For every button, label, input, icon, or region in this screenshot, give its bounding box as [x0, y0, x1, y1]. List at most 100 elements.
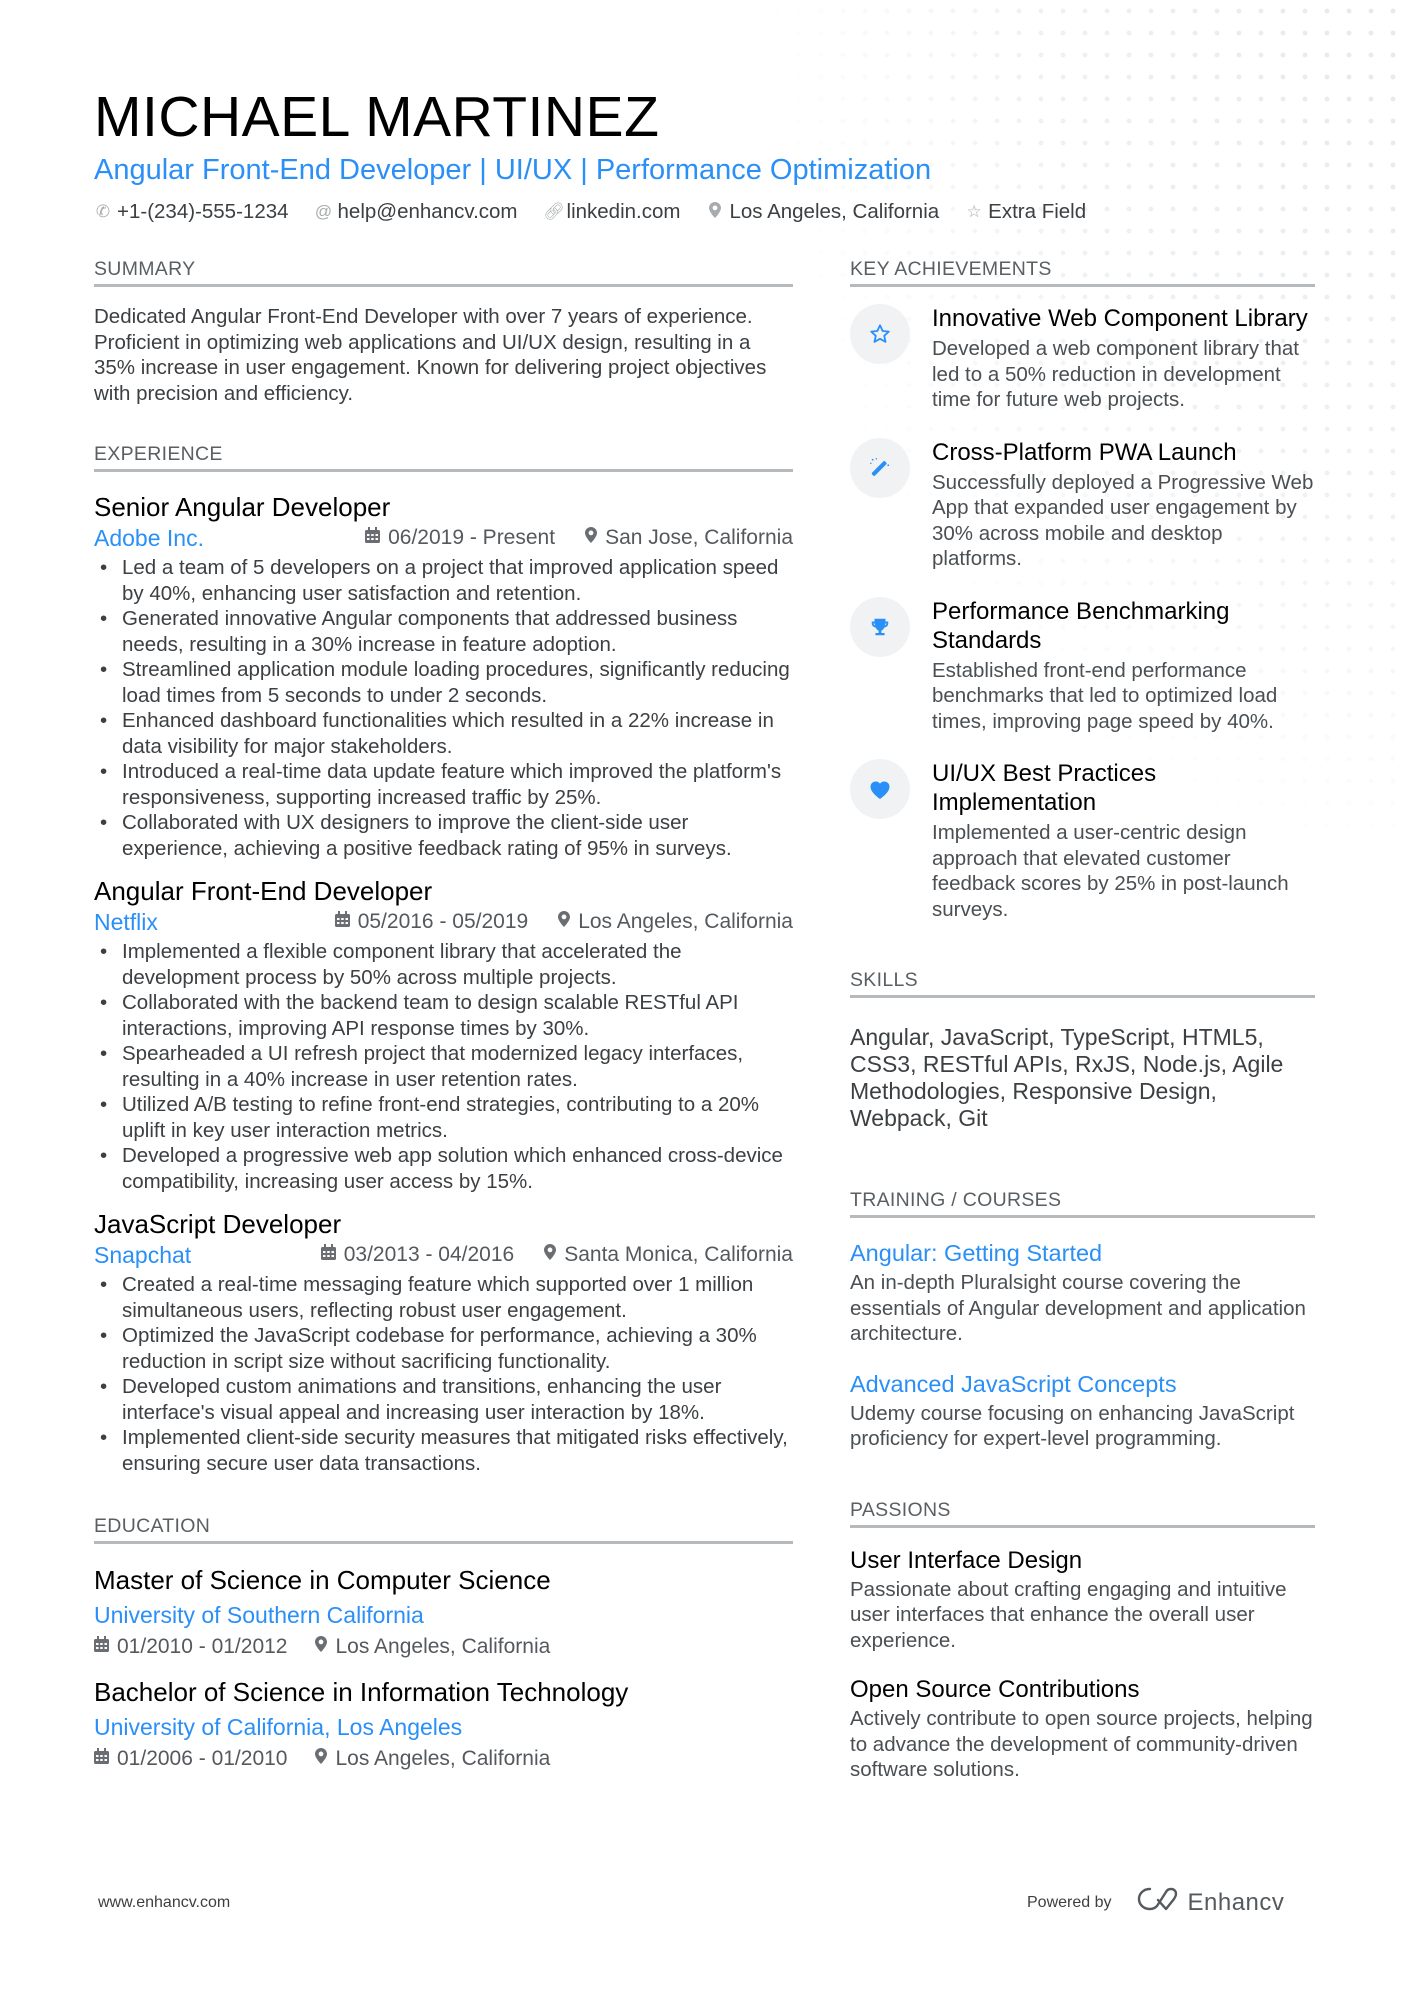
achievement-title: Performance Benchmarking Standards	[932, 597, 1230, 654]
school-name: University of California, Los Angeles	[94, 1714, 463, 1740]
section-heading: PASSIONS	[850, 1498, 1315, 1528]
section-heading: EDUCATION	[94, 1514, 793, 1544]
dates-text: 05/2016 - 05/2019	[357, 910, 529, 933]
job-location: San Jose, California	[585, 523, 793, 553]
location-text: Los Angeles, California	[335, 1635, 551, 1658]
phone-icon: ✆	[95, 202, 111, 221]
achievement-desc: Established front-end performance benchm…	[932, 658, 1278, 733]
contact-text: Extra Field	[988, 200, 1087, 223]
skills-section: SKILLS Angular, JavaScript, TypeScript, …	[850, 968, 1315, 1132]
job-bullets: Implemented a flexible component library…	[94, 939, 793, 1194]
section-heading: KEY ACHIEVEMENTS	[850, 257, 1315, 287]
achievement-title: UI/UX Best Practices Implementation	[932, 760, 1157, 816]
job-bullets: Led a team of 5 developers on a project …	[94, 555, 793, 861]
contact-text: +1-(234)-555-1234	[117, 200, 289, 223]
job-title: Senior Angular Developer	[94, 492, 391, 522]
job-entry: Senior Angular Developer Adobe Inc. 06/2…	[94, 491, 793, 861]
bullet-item: Implemented a flexible component library…	[94, 939, 793, 990]
achievement-body: UI/UX Best Practices Implementation Impl…	[932, 759, 1315, 922]
bullet-item: Collaborated with UX designers to improv…	[94, 810, 793, 861]
contact-text: Los Angeles, California	[729, 200, 940, 223]
education-location: Los Angeles, California	[315, 1632, 550, 1662]
experience-section: EXPERIENCE Senior Angular Developer Adob…	[94, 442, 793, 1476]
company-name: Adobe Inc.	[94, 525, 204, 551]
key-achievements-section: KEY ACHIEVEMENTS Innovative Web Componen…	[850, 257, 1315, 922]
training-section: TRAINING / COURSES Angular: Getting Star…	[850, 1188, 1315, 1452]
passion-title: User Interface Design	[850, 1546, 1083, 1574]
education-location: Los Angeles, California	[315, 1744, 550, 1774]
achievement-item: UI/UX Best Practices Implementation Impl…	[850, 759, 1315, 922]
achievement-item: Innovative Web Component Library Develop…	[850, 304, 1315, 413]
course-desc: An in-depth Pluralsight course covering …	[850, 1271, 1306, 1345]
contact-extra: ☆ Extra Field	[965, 200, 1087, 224]
star-outline-icon	[850, 304, 910, 364]
location-text: Los Angeles, California	[335, 1747, 551, 1770]
location-text: San Jose, California	[605, 526, 793, 549]
contact-location: Los Angeles, California	[706, 200, 939, 224]
education-entry: Master of Science in Computer Science Un…	[94, 1564, 793, 1662]
education-meta: 01/2010 - 01/2012 Los Angeles, Californi…	[94, 1632, 793, 1662]
bullet-item: Developed custom animations and transiti…	[94, 1374, 793, 1425]
skills-text: Angular, JavaScript, TypeScript, HTML5, …	[850, 1024, 1284, 1131]
bullet-item: Utilized A/B testing to refine front-end…	[94, 1092, 793, 1143]
job-location: Santa Monica, California	[544, 1240, 793, 1270]
job-title: Angular Front-End Developer	[94, 876, 433, 906]
achievement-body: Performance Benchmarking Standards Estab…	[932, 597, 1315, 735]
location-text: Los Angeles, California	[578, 910, 793, 933]
enhancv-logo[interactable]: Enhancv	[1136, 1886, 1285, 1919]
education-dates: 01/2006 - 01/2010	[94, 1744, 287, 1774]
bullet-item: Enhanced dashboard functionalities which…	[94, 708, 793, 759]
location-pin-icon	[544, 1240, 557, 1270]
location-pin-icon	[585, 523, 598, 553]
calendar-icon	[365, 523, 381, 553]
bullet-item: Generated innovative Angular components …	[94, 606, 793, 657]
education-meta: 01/2006 - 01/2010 Los Angeles, Californi…	[94, 1744, 793, 1774]
location-pin-icon	[315, 1744, 328, 1774]
candidate-name: MICHAEL MARTINEZ	[94, 85, 660, 149]
job-entry: Angular Front-End Developer Netflix 05/2…	[94, 875, 793, 1194]
resume-header: MICHAEL MARTINEZ Angular Front-End Devel…	[94, 86, 1324, 224]
achievement-desc: Implemented a user-centric design approa…	[932, 821, 1289, 921]
section-heading: EXPERIENCE	[94, 442, 793, 472]
job-dates: 03/2013 - 04/2016	[320, 1240, 515, 1270]
dates-text: 03/2013 - 04/2016	[343, 1243, 515, 1266]
course-title: Angular: Getting Started	[850, 1240, 1103, 1266]
job-location: Los Angeles, California	[558, 907, 793, 937]
course-title: Advanced JavaScript Concepts	[850, 1370, 1177, 1397]
location-text: Santa Monica, California	[564, 1243, 793, 1266]
passion-item: Open Source Contributions Actively contr…	[850, 1675, 1315, 1783]
bullet-item: Introduced a real-time data update featu…	[94, 759, 793, 810]
contact-list: ✆ +1-(234)-555-1234 @ help@enhancv.com 🔗…	[94, 200, 1324, 224]
job-dates: 05/2016 - 05/2019	[334, 907, 529, 937]
school-name: University of Southern California	[94, 1602, 424, 1628]
bullet-item: Implemented client-side security measure…	[94, 1425, 793, 1476]
calendar-icon	[94, 1744, 109, 1774]
bullet-item: Collaborated with the backend team to de…	[94, 990, 793, 1041]
achievement-desc: Developed a web component library that l…	[932, 337, 1299, 411]
powered-by-label: Powered by	[1027, 1893, 1112, 1911]
right-column: KEY ACHIEVEMENTS Innovative Web Componen…	[850, 257, 1315, 1783]
passion-item: User Interface Design Passionate about c…	[850, 1546, 1315, 1654]
course-item: Angular: Getting Started An in-depth Plu…	[850, 1238, 1315, 1347]
degree-title: Bachelor of Science in Information Techn…	[94, 1677, 629, 1707]
course-item: Advanced JavaScript Concepts Udemy cours…	[850, 1369, 1315, 1452]
footer-website-link[interactable]: www.enhancv.com	[98, 1894, 230, 1912]
dates-text: 01/2010 - 01/2012	[117, 1635, 288, 1658]
calendar-icon	[320, 1240, 336, 1270]
bullet-item: Optimized the JavaScript codebase for pe…	[94, 1323, 793, 1374]
contact-email[interactable]: @ help@enhancv.com	[315, 200, 518, 224]
education-entry: Bachelor of Science in Information Techn…	[94, 1676, 793, 1774]
contact-text: linkedin.com	[566, 200, 681, 223]
contact-linkedin[interactable]: 🔗︎ linkedin.com	[544, 200, 681, 224]
dates-text: 01/2006 - 01/2010	[117, 1747, 288, 1770]
degree-title: Master of Science in Computer Science	[94, 1565, 551, 1595]
heart-icon	[850, 759, 910, 819]
contact-phone: ✆ +1-(234)-555-1234	[94, 200, 289, 224]
at-icon: @	[314, 202, 333, 221]
bullet-item: Created a real-time messaging feature wh…	[94, 1272, 793, 1323]
calendar-icon	[334, 907, 350, 937]
job-dates: 06/2019 - Present	[365, 523, 555, 553]
summary-text: Dedicated Angular Front-End Developer wi…	[94, 305, 767, 405]
achievement-title: Innovative Web Component Library	[932, 305, 1308, 332]
achievement-item: Cross-Platform PWA Launch Successfully d…	[850, 437, 1315, 572]
